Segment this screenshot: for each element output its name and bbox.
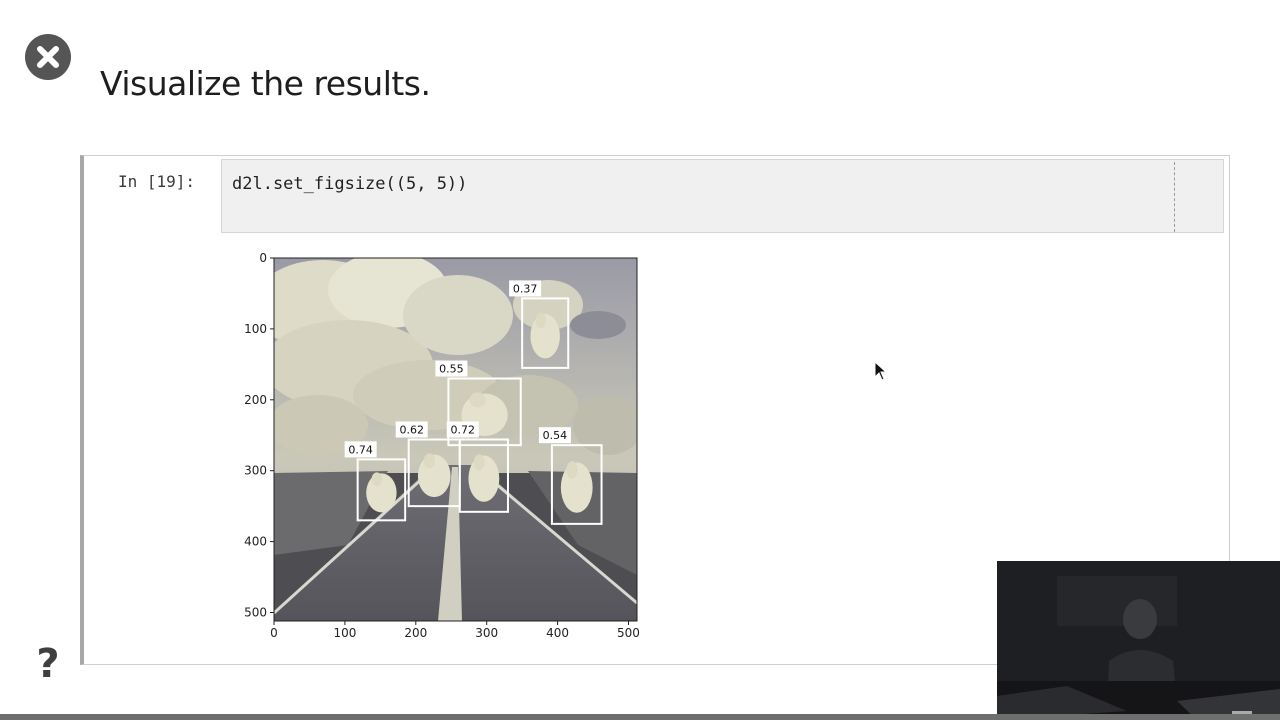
detected-object-head bbox=[566, 461, 578, 479]
detection-plot: 0.37 0.55 0.62 0.72 0.54 0.74 0 100 200 300 400 50… bbox=[244, 251, 640, 640]
x-tick-label: 200 bbox=[404, 626, 427, 640]
section-heading: Visualize the results. bbox=[100, 64, 431, 103]
x-tick-label: 0 bbox=[270, 626, 278, 640]
detected-object-head bbox=[473, 454, 485, 471]
box-score-label: 0.54 bbox=[543, 429, 568, 442]
box-score-label: 0.37 bbox=[513, 282, 538, 295]
bottom-bar bbox=[0, 714, 1280, 720]
mouse-pointer-icon bbox=[874, 361, 888, 381]
box-score-label: 0.74 bbox=[348, 443, 373, 456]
y-tick-label: 100 bbox=[244, 322, 267, 336]
x-tick-label: 100 bbox=[333, 626, 356, 640]
detected-object-head bbox=[371, 472, 383, 487]
code-line: d2l.set_figsize((5, 5)) bbox=[232, 174, 468, 194]
y-tick-label: 300 bbox=[244, 464, 267, 478]
detected-object-head bbox=[469, 392, 486, 408]
detected-object-head bbox=[535, 312, 546, 329]
help-icon: ? bbox=[36, 641, 60, 687]
x-tick-label: 400 bbox=[546, 626, 569, 640]
detected-object-head bbox=[423, 453, 436, 469]
x-tick-label: 500 bbox=[617, 626, 640, 640]
y-tick-label: 0 bbox=[259, 251, 267, 265]
cell-prompt: In [19]: bbox=[118, 172, 196, 191]
x-tick-label: 300 bbox=[475, 626, 498, 640]
box-score-label: 0.72 bbox=[451, 424, 476, 437]
presenter-video bbox=[997, 561, 1280, 720]
y-tick-label: 200 bbox=[244, 393, 267, 407]
help-button[interactable]: ? bbox=[30, 640, 66, 688]
close-button[interactable] bbox=[25, 34, 71, 80]
x-axis: 0 100 200 300 400 500 bbox=[270, 621, 640, 640]
webcam-overlay bbox=[997, 561, 1280, 720]
cell-output-figure: 0.37 0.55 0.62 0.72 0.54 0.74 0 100 200 300 400 50… bbox=[228, 245, 648, 654]
y-tick-label: 500 bbox=[244, 605, 267, 619]
y-axis: 0 100 200 300 400 500 bbox=[244, 251, 274, 619]
box-score-label: 0.62 bbox=[399, 424, 424, 437]
code-editor[interactable]: d2l.set_figsize((5, 5)) bbox=[221, 159, 1224, 233]
close-icon bbox=[37, 46, 59, 68]
code-ruler bbox=[1174, 162, 1175, 232]
box-score-label: 0.55 bbox=[439, 363, 464, 376]
y-tick-label: 400 bbox=[244, 535, 267, 549]
